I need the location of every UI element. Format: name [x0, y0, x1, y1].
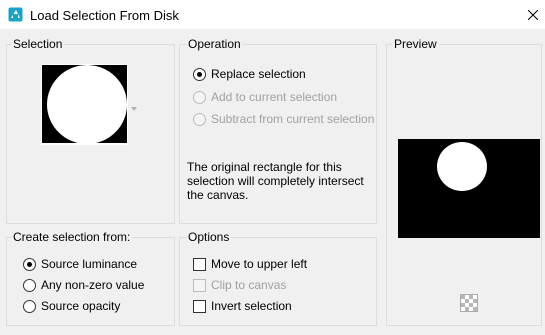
note-line: The original rectangle for this — [187, 160, 342, 174]
radio-add-to-selection: Add to current selection — [193, 89, 337, 105]
create-from-group-label: Create selection from: — [11, 230, 133, 244]
radio-indicator[interactable] — [23, 257, 36, 271]
thumbnail-circle — [47, 65, 127, 144]
radio-any-non-zero-value[interactable]: Any non-zero value — [23, 277, 144, 293]
checkbox-clip-to-canvas: Clip to canvas — [193, 277, 286, 293]
radio-source-opacity[interactable]: Source opacity — [23, 298, 120, 314]
chevron-down-icon[interactable] — [131, 100, 137, 114]
radio-label: Source opacity — [41, 299, 121, 313]
radio-label: Any non-zero value — [41, 278, 145, 292]
selection-thumbnail-dropdown[interactable] — [41, 64, 128, 145]
radio-source-luminance[interactable]: Source luminance — [23, 256, 137, 272]
selection-app-icon — [8, 7, 23, 22]
preview-group-label: Preview — [392, 37, 439, 51]
radio-label: Source luminance — [41, 257, 138, 271]
title-bar: Load Selection From Disk — [0, 0, 545, 29]
preview-background-toggle-button[interactable] — [460, 294, 478, 312]
radio-indicator — [193, 112, 206, 126]
checkbox-label: Clip to canvas — [211, 278, 287, 292]
radio-indicator[interactable] — [23, 299, 36, 313]
radio-indicator — [193, 90, 206, 104]
radio-indicator[interactable] — [23, 278, 36, 292]
radio-indicator[interactable] — [193, 67, 206, 81]
checkbox-indicator — [193, 278, 206, 292]
options-group-label: Options — [186, 230, 232, 244]
preview-circle — [437, 142, 487, 191]
checkbox-label: Move to upper left — [211, 257, 308, 271]
checkbox-indicator[interactable] — [193, 299, 206, 313]
note-line: selection will completely intersect — [187, 174, 364, 188]
radio-replace-selection[interactable]: Replace selection — [193, 66, 306, 82]
close-button[interactable] — [521, 3, 545, 27]
radio-label: Add to current selection — [211, 90, 338, 104]
checkbox-invert-selection[interactable]: Invert selection — [193, 298, 292, 314]
checkbox-indicator[interactable] — [193, 257, 206, 271]
window-title: Load Selection From Disk — [30, 8, 179, 23]
checkbox-move-to-upper-left[interactable]: Move to upper left — [193, 256, 307, 272]
preview-canvas — [398, 139, 540, 238]
selection-group-label: Selection — [11, 37, 65, 51]
operation-note: The original rectangle for this selectio… — [187, 160, 372, 202]
note-line: the canvas. — [187, 188, 249, 202]
radio-label: Subtract from current selection — [211, 112, 375, 126]
checkbox-label: Invert selection — [211, 299, 292, 313]
radio-subtract-from-selection: Subtract from current selection — [193, 111, 374, 127]
operation-group-label: Operation — [186, 37, 243, 51]
thumbnail-background — [42, 65, 127, 144]
radio-label: Replace selection — [211, 67, 306, 81]
